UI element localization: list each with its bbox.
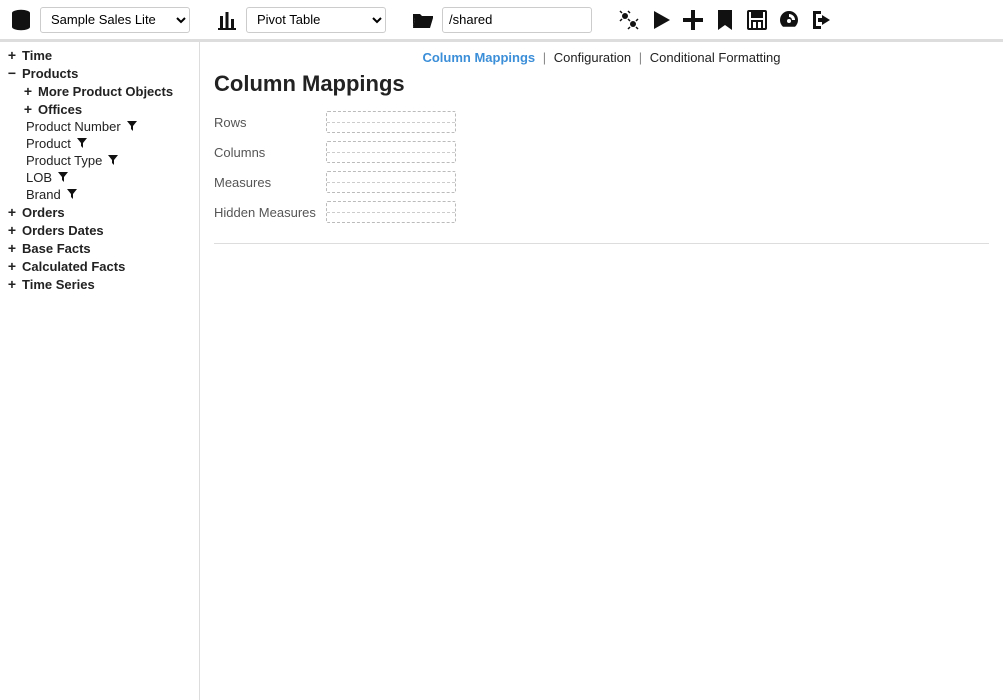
mapping-label: Rows: [214, 115, 326, 130]
expand-icon[interactable]: +: [6, 276, 18, 292]
filter-icon[interactable]: [67, 187, 77, 202]
dataset-select[interactable]: Sample Sales Lite: [40, 7, 190, 33]
config-tabs: Column Mappings | Configuration | Condit…: [214, 50, 989, 65]
mapping-label: Columns: [214, 145, 326, 160]
tree-label: Calculated Facts: [22, 259, 125, 274]
tree-node-base-facts[interactable]: + Base Facts: [6, 239, 193, 257]
tree-node-calculated-facts[interactable]: + Calculated Facts: [6, 257, 193, 275]
toolbar: Sample Sales Lite Pivot Table: [0, 0, 1003, 42]
tree-node-time-series[interactable]: + Time Series: [6, 275, 193, 293]
expand-icon[interactable]: +: [6, 240, 18, 256]
mapping-label: Measures: [214, 175, 326, 190]
collapse-icon[interactable]: −: [6, 65, 18, 81]
database-icon[interactable]: [8, 7, 34, 33]
tree-label: Orders Dates: [22, 223, 104, 238]
tree-label: Products: [22, 66, 78, 81]
content-divider: [214, 243, 989, 244]
run-icon[interactable]: [648, 7, 674, 33]
expand-icon[interactable]: +: [22, 101, 34, 117]
filter-icon[interactable]: [77, 136, 87, 151]
expand-icon[interactable]: +: [6, 222, 18, 238]
sidebar-tree: + Time − Products + More Product Objects…: [0, 42, 200, 700]
dashboard-icon[interactable]: [776, 7, 802, 33]
tree-node-more-product-objects[interactable]: + More Product Objects: [6, 82, 193, 100]
mapping-columns: Columns: [214, 141, 989, 163]
add-icon[interactable]: [680, 7, 706, 33]
filter-icon[interactable]: [127, 119, 137, 134]
tree-label: LOB: [26, 170, 52, 185]
tab-separator: |: [543, 50, 546, 65]
tree-label: Product: [26, 136, 71, 151]
mapping-measures: Measures: [214, 171, 989, 193]
dropzone-hidden-measures[interactable]: [326, 201, 456, 223]
tree-label: Orders: [22, 205, 65, 220]
filter-icon[interactable]: [58, 170, 68, 185]
save-icon[interactable]: [744, 7, 770, 33]
dropzone-rows[interactable]: [326, 111, 456, 133]
tab-conditional-formatting[interactable]: Conditional Formatting: [650, 50, 781, 65]
page-title: Column Mappings: [214, 71, 989, 97]
tree-label: More Product Objects: [38, 84, 173, 99]
expand-icon[interactable]: +: [22, 83, 34, 99]
folder-open-icon[interactable]: [410, 7, 436, 33]
view-select[interactable]: Pivot Table: [246, 7, 386, 33]
filter-icon[interactable]: [108, 153, 118, 168]
main-area: + Time − Products + More Product Objects…: [0, 42, 1003, 700]
exit-icon[interactable]: [808, 7, 834, 33]
tree-leaf-product-number[interactable]: Product Number: [6, 118, 193, 135]
content-panel: Column Mappings | Configuration | Condit…: [200, 42, 1003, 700]
tree-label: Time Series: [22, 277, 95, 292]
tree-node-orders-dates[interactable]: + Orders Dates: [6, 221, 193, 239]
dropzone-columns[interactable]: [326, 141, 456, 163]
dropzone-measures[interactable]: [326, 171, 456, 193]
tree-node-orders[interactable]: + Orders: [6, 203, 193, 221]
tree-label: Product Number: [26, 119, 121, 134]
mapping-label: Hidden Measures: [214, 205, 326, 220]
tab-separator: |: [639, 50, 642, 65]
expand-icon[interactable]: +: [6, 47, 18, 63]
path-input[interactable]: [442, 7, 592, 33]
tree-label: Brand: [26, 187, 61, 202]
tree-leaf-brand[interactable]: Brand: [6, 186, 193, 203]
tree-leaf-product[interactable]: Product: [6, 135, 193, 152]
bookmark-icon[interactable]: [712, 7, 738, 33]
chart-icon[interactable]: [214, 7, 240, 33]
tree-label: Time: [22, 48, 52, 63]
tree-label: Offices: [38, 102, 82, 117]
mapping-hidden-measures: Hidden Measures: [214, 201, 989, 223]
settings-icon[interactable]: [616, 7, 642, 33]
tree-node-offices[interactable]: + Offices: [6, 100, 193, 118]
tree-label: Base Facts: [22, 241, 91, 256]
tab-column-mappings[interactable]: Column Mappings: [422, 50, 535, 65]
tree-node-products[interactable]: − Products: [6, 64, 193, 82]
mapping-rows: Rows: [214, 111, 989, 133]
tree-node-time[interactable]: + Time: [6, 46, 193, 64]
tab-configuration[interactable]: Configuration: [554, 50, 631, 65]
expand-icon[interactable]: +: [6, 204, 18, 220]
expand-icon[interactable]: +: [6, 258, 18, 274]
tree-label: Product Type: [26, 153, 102, 168]
tree-leaf-product-type[interactable]: Product Type: [6, 152, 193, 169]
tree-leaf-lob[interactable]: LOB: [6, 169, 193, 186]
